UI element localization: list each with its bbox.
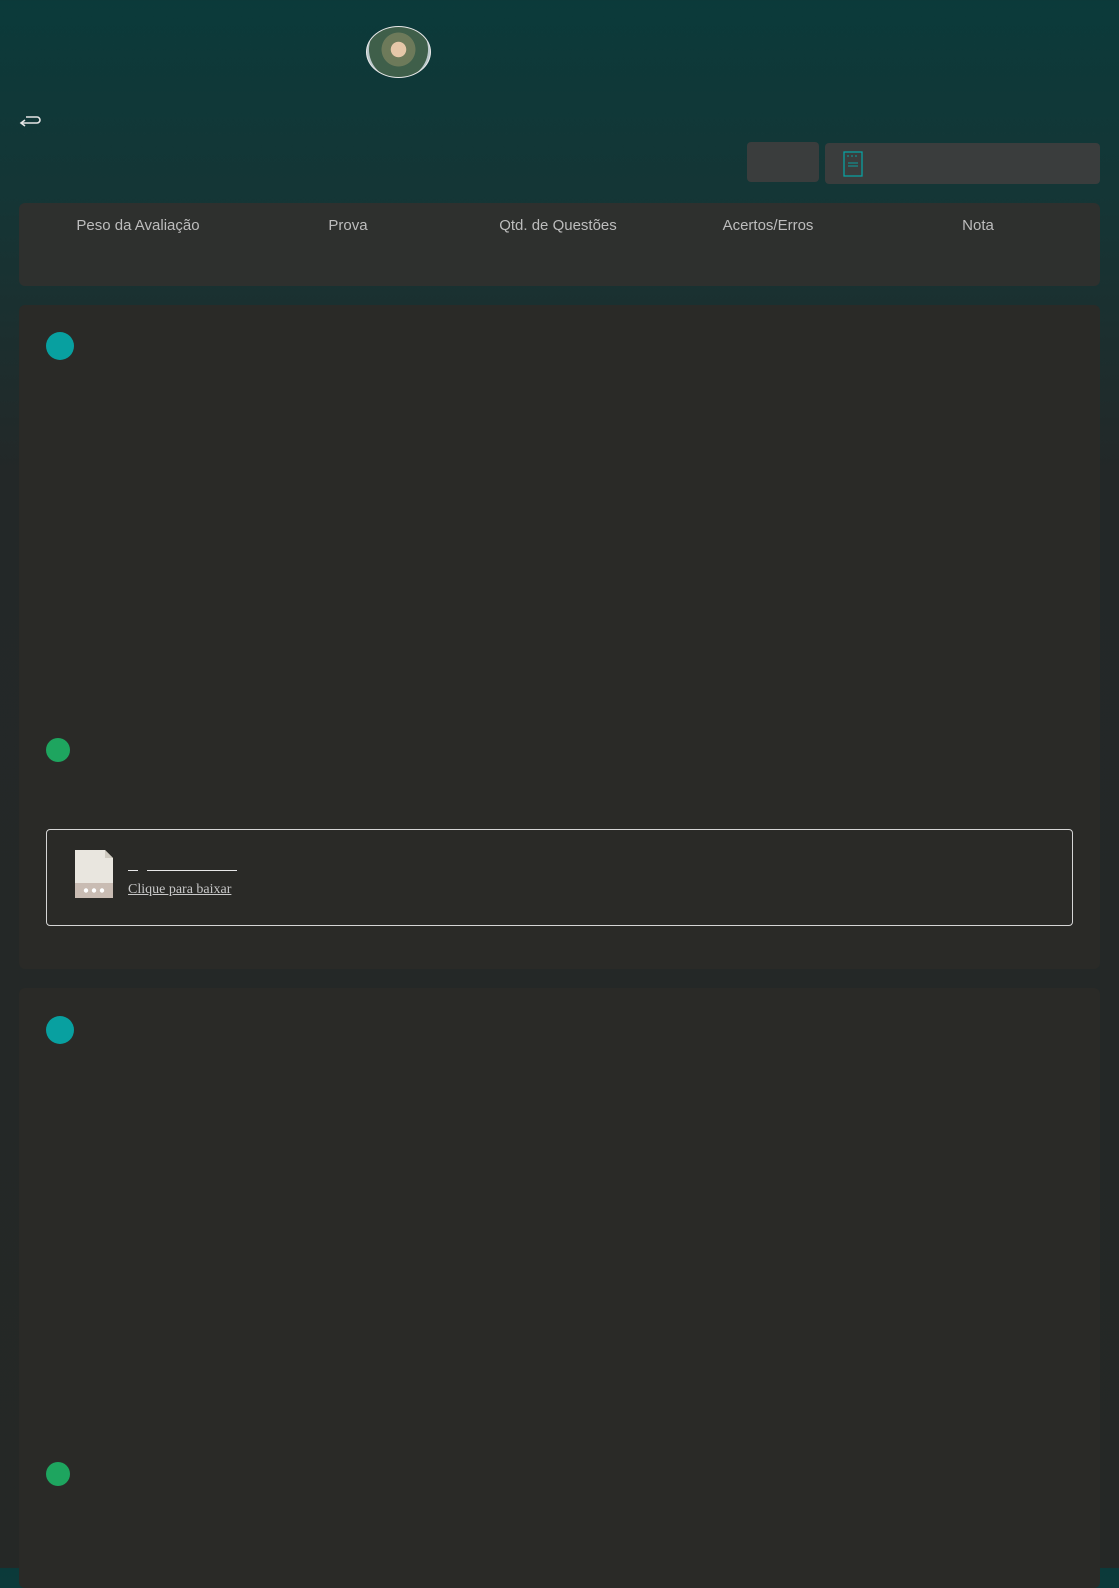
column-header-question-count: Qtd. de Questões bbox=[499, 217, 617, 234]
question-card: Clique para baixar bbox=[19, 305, 1100, 969]
answer-status-dot bbox=[46, 1462, 70, 1486]
document-button[interactable] bbox=[825, 143, 1100, 184]
attachment-box[interactable]: Clique para baixar bbox=[46, 829, 1073, 926]
answer-status-dot bbox=[46, 738, 70, 762]
document-icon bbox=[843, 151, 863, 177]
column-header-weight: Peso da Avaliação bbox=[76, 217, 200, 234]
grade-summary-table: Peso da Avaliação Prova Qtd. de Questões… bbox=[19, 203, 1100, 286]
toolbar-small-button[interactable] bbox=[747, 142, 819, 182]
column-header-exam: Prova bbox=[328, 217, 368, 234]
download-link[interactable]: Clique para baixar bbox=[128, 882, 231, 898]
return-arrow-icon bbox=[19, 116, 41, 127]
column-header-grade: Nota bbox=[962, 217, 994, 234]
question-card bbox=[19, 988, 1100, 1588]
summary-header-row: Peso da Avaliação Prova Qtd. de Questões… bbox=[19, 217, 1100, 234]
back-button[interactable] bbox=[18, 111, 42, 131]
file-icon bbox=[75, 850, 113, 898]
file-name-placeholder bbox=[128, 870, 238, 874]
avatar[interactable] bbox=[366, 26, 431, 78]
column-header-right-wrong: Acertos/Erros bbox=[722, 217, 814, 234]
question-status-dot bbox=[46, 332, 74, 360]
question-status-dot bbox=[46, 1016, 74, 1044]
